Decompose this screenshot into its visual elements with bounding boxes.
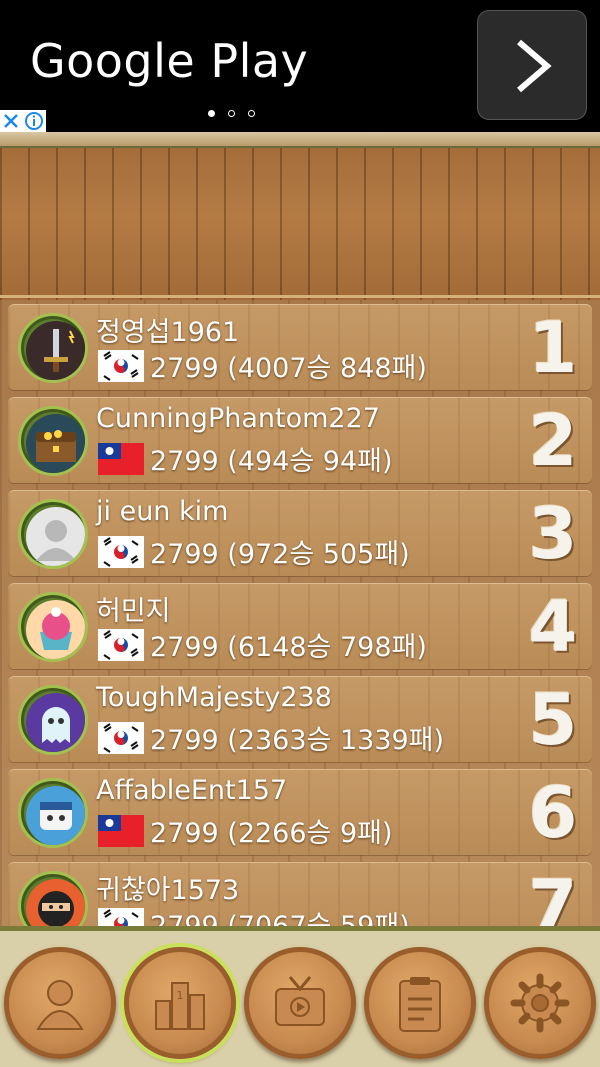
- country-flag: [98, 536, 144, 568]
- leaderboard-row[interactable]: ji eun kim 2799 (972승 505패) 3: [8, 490, 592, 576]
- avatar[interactable]: [18, 871, 88, 926]
- ad-next-button[interactable]: [477, 10, 587, 120]
- player-name: CunningPhantom227: [96, 403, 380, 434]
- bottom-nav: 1: [0, 926, 600, 1067]
- country-flag: [98, 443, 144, 475]
- ranking-buildings-icon: 1: [155, 982, 205, 1030]
- info-icon: [25, 112, 43, 130]
- country-flag: [98, 908, 144, 926]
- chevron-right-icon: [517, 39, 552, 93]
- korea-flag-icon: [98, 722, 144, 754]
- ad-info-button[interactable]: [22, 110, 46, 132]
- rank-number: 7: [528, 865, 578, 926]
- leaderboard-row[interactable]: CunningPhantom227 2799 (494승 94패) 2: [8, 397, 592, 483]
- avatar[interactable]: [18, 406, 88, 476]
- player-name: 정영섭1961: [96, 317, 240, 348]
- svg-text:1: 1: [177, 989, 184, 1002]
- player-name: 허민지: [96, 596, 171, 627]
- player-stats: 2799 (2363승 1339패): [150, 725, 445, 756]
- header-top-strip: [0, 132, 600, 148]
- leaderboard-list[interactable]: 정영섭1961 2799 (4007승 848패) 1 CunningPhantom2…: [0, 300, 600, 926]
- taiwan-flag-icon: [98, 443, 144, 475]
- gear-icon: [510, 973, 570, 1033]
- ad-banner[interactable]: Google Play: [0, 0, 600, 132]
- ninja-avatar-icon: [26, 879, 85, 926]
- clipboard-icon: [399, 977, 441, 1032]
- korea-flag-icon: [98, 908, 144, 926]
- sword-avatar-icon: [26, 321, 85, 380]
- korea-flag-icon: [98, 629, 144, 661]
- header-divider: [0, 295, 600, 298]
- clipboard-button[interactable]: [364, 947, 476, 1059]
- player-name: ji eun kim: [96, 496, 229, 527]
- korea-flag-icon: [98, 536, 144, 568]
- tv-video-icon: [275, 976, 325, 1026]
- profile-button[interactable]: [4, 947, 116, 1059]
- country-flag: [98, 815, 144, 847]
- player-name: ToughMajesty238: [96, 682, 332, 713]
- rank-number: 4: [528, 586, 578, 668]
- avatar[interactable]: [18, 313, 88, 383]
- player-stats: 2799 (4007승 848패): [150, 353, 427, 384]
- default-person-avatar-icon: [26, 507, 85, 566]
- rank-number: 3: [528, 493, 578, 575]
- avatar[interactable]: [18, 499, 88, 569]
- gear-button[interactable]: [484, 947, 596, 1059]
- player-stats: 2799 (7067승 59패): [150, 904, 410, 926]
- tv-video-button[interactable]: [244, 947, 356, 1059]
- player-stats: 2799 (494승 94패): [150, 446, 393, 477]
- rank-number: 5: [528, 679, 578, 761]
- country-flag: [98, 722, 144, 754]
- avatar[interactable]: [18, 778, 88, 848]
- ad-title[interactable]: Google Play: [30, 34, 308, 88]
- ghost-avatar-icon: [26, 693, 85, 752]
- player-stats: 2799 (972승 505패): [150, 539, 410, 570]
- leaderboard-row[interactable]: AffableEnt157 2799 (2266승 9패) 6: [8, 769, 592, 855]
- leaderboard-row[interactable]: 허민지 2799 (6148승 798패) 4: [8, 583, 592, 669]
- rank-number: 2: [528, 400, 578, 482]
- player-stats: 2799 (6148승 798패): [150, 632, 427, 663]
- country-flag: [98, 629, 144, 661]
- rank-number: 1: [528, 307, 578, 389]
- avatar[interactable]: [18, 592, 88, 662]
- country-flag: [98, 350, 144, 382]
- player-name: 귀찮아1573: [96, 875, 240, 906]
- ad-dot: [228, 110, 235, 117]
- treasure-chest-avatar-icon: [26, 414, 85, 473]
- close-icon: [4, 114, 18, 128]
- ad-pagination: [208, 110, 255, 117]
- robot-avatar-icon: [26, 786, 85, 845]
- ranking-buildings-button[interactable]: 1: [124, 947, 236, 1059]
- rank-number: 6: [528, 772, 578, 854]
- player-stats: 2799 (2266승 9패): [150, 818, 393, 849]
- player-name: AffableEnt157: [96, 775, 288, 806]
- leaderboard-row[interactable]: 정영섭1961 2799 (4007승 848패) 1: [8, 304, 592, 390]
- leaderboard-header-panel: [0, 132, 600, 300]
- leaderboard-row[interactable]: 귀찮아15732799 (7067승 59패) 7: [8, 862, 592, 926]
- taiwan-flag-icon: [98, 815, 144, 847]
- korea-flag-icon: [98, 350, 144, 382]
- profile-icon: [36, 980, 84, 1030]
- leaderboard-row[interactable]: ToughMajesty238 2799 (2363승 1339패) 5: [8, 676, 592, 762]
- avatar[interactable]: [18, 685, 88, 755]
- ad-close-button[interactable]: [0, 110, 22, 132]
- cupcake-avatar-icon: [26, 600, 85, 659]
- ad-dot: [208, 110, 215, 117]
- ad-dot: [248, 110, 255, 117]
